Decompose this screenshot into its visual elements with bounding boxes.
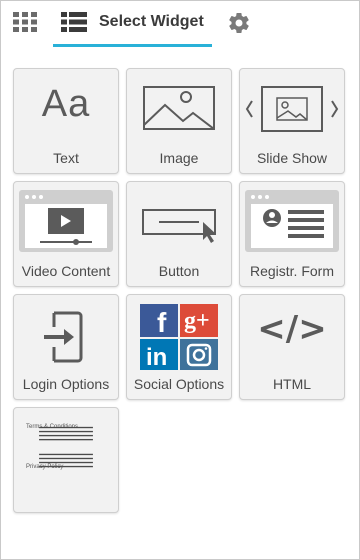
widget-panel: Select Widget Aa Text Image Slide Show V…	[0, 0, 360, 560]
slideshow-icon	[245, 86, 339, 132]
widget-label: Video Content	[21, 263, 111, 279]
svg-text:g+: g+	[184, 308, 210, 334]
registration-form-icon	[245, 190, 339, 252]
widget-label: Image	[159, 150, 199, 166]
widget-label: Login Options	[22, 376, 110, 392]
gear-icon[interactable]	[227, 11, 251, 35]
widget-login-options[interactable]: Login Options	[13, 294, 119, 400]
widget-label: Text	[53, 150, 79, 166]
widget-social-options[interactable]: f g+ in Social Options	[126, 294, 232, 400]
login-icon	[44, 311, 83, 363]
button-cursor-icon	[142, 209, 216, 243]
widget-video-content[interactable]: Video Content	[13, 181, 119, 287]
widget-label: HTML	[272, 376, 312, 392]
widget-label: Registr. Form	[249, 263, 334, 279]
widget-label: Social Options	[133, 376, 225, 392]
widget-slideshow[interactable]: Slide Show	[239, 68, 345, 174]
widget-text[interactable]: Aa Text	[13, 68, 119, 174]
widget-html[interactable]: </> HTML	[239, 294, 345, 400]
code-icon: </>	[257, 309, 327, 349]
svg-text:in: in	[146, 344, 167, 371]
widget-image[interactable]: Image	[126, 68, 232, 174]
tab-label: Select Widget	[99, 13, 204, 30]
widget-label: Button	[158, 263, 200, 279]
list-icon	[61, 12, 87, 32]
apps-grid-icon[interactable]	[13, 11, 39, 33]
svg-text:f: f	[157, 307, 167, 338]
text-format-icon: Aa	[41, 83, 91, 125]
social-icons: f g+ in	[140, 304, 218, 371]
widget-registration-form[interactable]: Registr. Form	[239, 181, 345, 287]
privacy-title-text: Privacy Policy	[26, 464, 64, 470]
widget-terms-conditions[interactable]: Terms & Conditions Privacy Policy	[13, 407, 119, 513]
panel-header: Select Widget	[1, 1, 359, 47]
image-icon	[143, 86, 215, 130]
tab-select-widget[interactable]: Select Widget	[53, 1, 212, 47]
widget-button[interactable]: Button	[126, 181, 232, 287]
video-icon	[19, 190, 113, 252]
widget-label: Slide Show	[256, 150, 328, 166]
